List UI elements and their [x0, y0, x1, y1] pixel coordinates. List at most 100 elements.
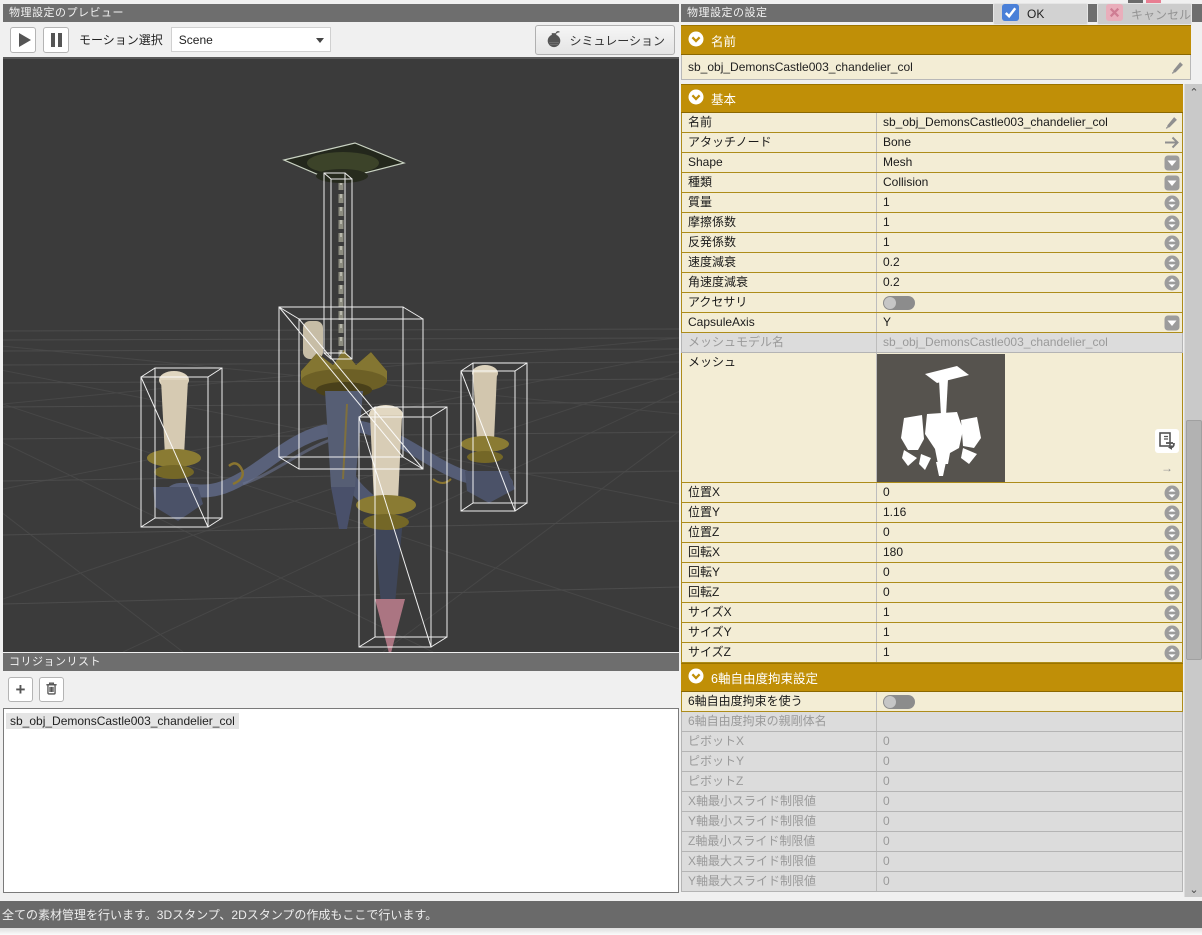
property-value-text: Collision [883, 175, 928, 189]
mesh-thumbnail[interactable] [877, 354, 1005, 482]
dropdown-icon[interactable] [1164, 155, 1180, 171]
property-label: Y軸最大スライド制限値 [682, 872, 877, 891]
property-value[interactable]: 0 [877, 483, 1182, 502]
dof-property-rows: 6軸自由度拘束を使う6軸自由度拘束の親剛体名ピボットX0ピボットY0ピボットZ0… [681, 692, 1183, 892]
property-value[interactable]: sb_obj_DemonsCastle003_chandelier_col [877, 113, 1182, 132]
property-value[interactable]: 1 [877, 233, 1182, 252]
property-value-text: Mesh [883, 155, 912, 169]
property-value[interactable]: Bone [877, 133, 1182, 152]
property-value[interactable]: 1 [877, 193, 1182, 212]
pencil-icon[interactable] [1170, 60, 1185, 78]
vertical-scrollbar[interactable]: ⌃ ⌄ [1184, 84, 1202, 897]
collision-listbox[interactable]: sb_obj_DemonsCastle003_chandelier_col [3, 708, 679, 893]
spinner-icon[interactable] [1164, 195, 1180, 211]
spinner-icon[interactable] [1164, 275, 1180, 291]
property-row: 速度減衰0.2 [681, 253, 1183, 273]
property-label: 位置Z [682, 523, 877, 542]
motion-select-label: モーション選択 [79, 31, 163, 48]
property-value[interactable]: 0 [877, 583, 1182, 602]
property-row: 回転Y0 [681, 563, 1183, 583]
property-value[interactable]: 1.16 [877, 503, 1182, 522]
property-value[interactable]: Collision [877, 173, 1182, 192]
spinner-icon[interactable] [1164, 645, 1180, 661]
list-item[interactable]: sb_obj_DemonsCastle003_chandelier_col [6, 713, 239, 729]
spinner-icon[interactable] [1164, 545, 1180, 561]
spinner-icon[interactable] [1164, 565, 1180, 581]
property-label: CapsuleAxis [682, 313, 877, 332]
property-row: X軸最小スライド制限値0 [681, 792, 1183, 812]
spinner-icon[interactable] [1164, 485, 1180, 501]
section-header-basic[interactable]: 基本 [681, 84, 1183, 113]
property-value[interactable]: 1 [877, 643, 1182, 662]
spinner-icon[interactable] [1164, 215, 1180, 231]
3d-viewport[interactable] [3, 59, 679, 652]
delete-collision-button[interactable] [39, 677, 64, 702]
property-value: 0 [877, 752, 1182, 771]
property-value-text: 1 [883, 625, 890, 639]
property-value: 0 [877, 772, 1182, 791]
cancel-button[interactable]: キャンセル [1097, 3, 1192, 25]
pause-button[interactable] [43, 27, 69, 53]
property-label: ピボットX [682, 732, 877, 751]
property-value-text: 0 [883, 754, 890, 768]
property-value-text: 1 [883, 605, 890, 619]
simulation-button[interactable]: シミュレーション [535, 25, 675, 55]
scrollbar-up-arrow[interactable]: ⌃ [1185, 84, 1202, 100]
toggle-off[interactable] [883, 296, 915, 310]
property-value[interactable] [877, 692, 1182, 711]
property-value-text: sb_obj_DemonsCastle003_chandelier_col [883, 115, 1108, 129]
property-value[interactable]: 1 [877, 603, 1182, 622]
property-value[interactable]: 0.2 [877, 253, 1182, 272]
dropdown-icon[interactable] [1164, 175, 1180, 191]
pencil-icon[interactable] [1164, 115, 1180, 131]
property-value[interactable]: → [877, 353, 1182, 482]
mesh-export-icon[interactable] [1155, 442, 1179, 456]
add-collision-button[interactable]: + [8, 677, 33, 702]
spinner-icon[interactable] [1164, 625, 1180, 641]
property-value[interactable]: 0.2 [877, 273, 1182, 292]
spinner-icon[interactable] [1164, 605, 1180, 621]
property-row: 質量1 [681, 193, 1183, 213]
properties-scroll-area: 基本 名前sb_obj_DemonsCastle003_chandelier_c… [681, 84, 1183, 897]
toggle-off[interactable] [883, 695, 915, 709]
property-value[interactable]: 1 [877, 213, 1182, 232]
section-header-dof[interactable]: 6軸自由度拘束設定 [681, 663, 1183, 692]
property-value[interactable]: Y [877, 313, 1182, 332]
property-row: 角速度減衰0.2 [681, 273, 1183, 293]
pause-icon [51, 33, 62, 47]
spinner-icon[interactable] [1164, 585, 1180, 601]
dropdown-icon[interactable] [1164, 315, 1180, 331]
play-button[interactable] [10, 27, 36, 53]
spinner-icon[interactable] [1164, 525, 1180, 541]
property-label: 反発係数 [682, 233, 877, 252]
property-value [877, 712, 1182, 731]
spinner-icon[interactable] [1164, 505, 1180, 521]
property-label: サイズY [682, 623, 877, 642]
property-row: 6軸自由度拘束の親剛体名 [681, 712, 1183, 732]
property-value[interactable]: 0 [877, 563, 1182, 582]
spinner-icon[interactable] [1164, 235, 1180, 251]
name-input[interactable]: sb_obj_DemonsCastle003_chandelier_col [681, 55, 1191, 80]
property-value-text: 0.2 [883, 255, 900, 269]
property-value[interactable] [877, 293, 1182, 312]
arrow-right-icon[interactable]: → [1161, 461, 1173, 475]
property-value[interactable]: 180 [877, 543, 1182, 562]
property-label: X軸最小スライド制限値 [682, 792, 877, 811]
property-value-text: 1 [883, 195, 890, 209]
spinner-icon[interactable] [1164, 255, 1180, 271]
property-value-text: 0 [883, 585, 890, 599]
scrollbar-down-arrow[interactable]: ⌄ [1185, 881, 1202, 897]
property-row: 6軸自由度拘束を使う [681, 692, 1183, 712]
arrow-right-icon[interactable] [1164, 135, 1180, 151]
motion-select-dropdown[interactable]: Scene [171, 27, 331, 52]
ok-button[interactable]: OK [993, 3, 1088, 25]
scrollbar-thumb[interactable] [1186, 420, 1202, 660]
property-value[interactable]: Mesh [877, 153, 1182, 172]
property-value: 0 [877, 832, 1182, 851]
section-header-label: 基本 [711, 89, 736, 108]
property-label: アタッチノード [682, 133, 877, 152]
property-row: ピボットX0 [681, 732, 1183, 752]
property-value[interactable]: 1 [877, 623, 1182, 642]
section-header-name[interactable]: 名前 [681, 25, 1191, 55]
property-value[interactable]: 0 [877, 523, 1182, 542]
